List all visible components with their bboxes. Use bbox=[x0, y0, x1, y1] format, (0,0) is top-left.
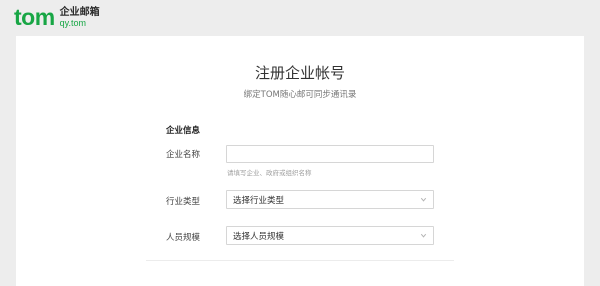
logo-domain: qy.tom bbox=[59, 17, 87, 28]
industry-label: 行业类型 bbox=[166, 197, 201, 207]
industry-select-value: 选择行业类型 bbox=[233, 195, 285, 206]
logo-subtitle: 企业邮箱 qy.tom bbox=[60, 7, 100, 28]
logo-wordmark: tom bbox=[14, 4, 55, 30]
industry-select[interactable]: 选择行业类型 bbox=[226, 190, 434, 209]
company-name-input[interactable] bbox=[226, 145, 434, 163]
logo-product-name: 企业邮箱 bbox=[59, 6, 100, 18]
form-divider bbox=[146, 260, 454, 261]
chevron-down-icon bbox=[420, 233, 427, 238]
staff-size-select-value: 选择人员规模 bbox=[233, 231, 285, 242]
page-subtitle: 绑定TOM随心邮可同步通讯录 bbox=[243, 90, 357, 100]
registration-card: 注册企业帐号 绑定TOM随心邮可同步通讯录 企业信息 企业名称 请填写企业、政府… bbox=[16, 36, 584, 286]
staff-size-select[interactable]: 选择人员规模 bbox=[226, 226, 434, 245]
section-heading-company-info: 企业信息 bbox=[166, 126, 201, 136]
tom-logo[interactable]: tom 企业邮箱 qy.tom bbox=[14, 4, 100, 30]
company-name-label: 企业名称 bbox=[166, 150, 201, 160]
company-name-hint: 请填写企业、政府或组织名称 bbox=[227, 169, 312, 177]
staff-size-label: 人员规模 bbox=[166, 233, 201, 243]
page-title: 注册企业帐号 bbox=[254, 64, 345, 82]
top-bar: tom 企业邮箱 qy.tom bbox=[0, 0, 600, 34]
chevron-down-icon bbox=[420, 197, 427, 202]
